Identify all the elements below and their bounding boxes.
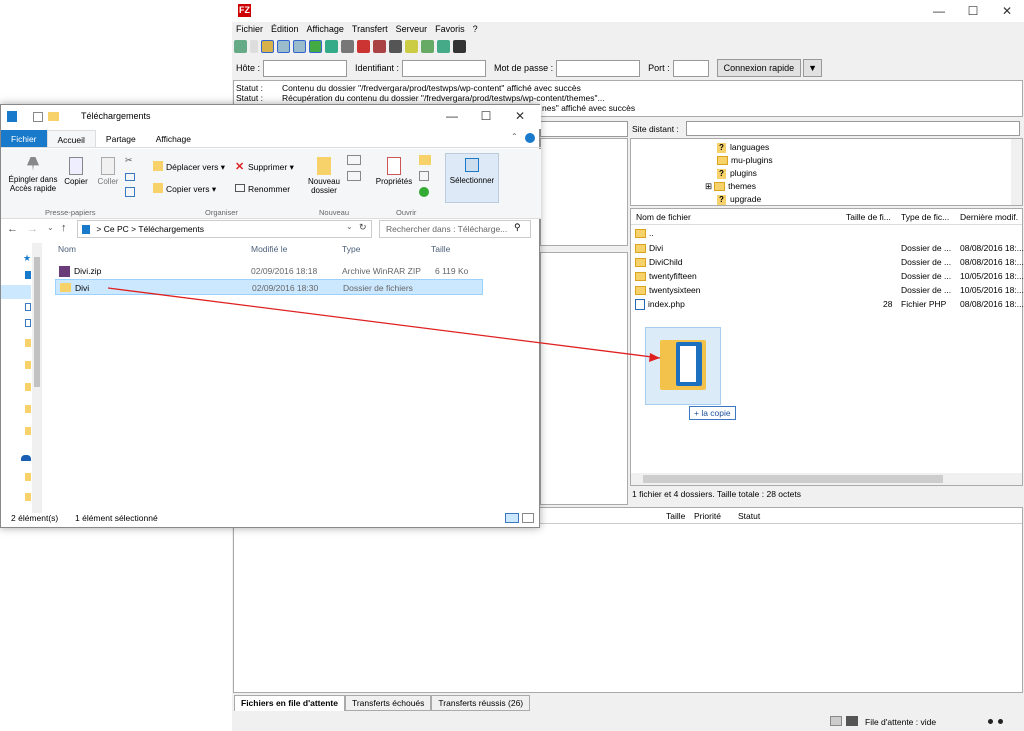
drag-arrow — [107, 287, 661, 362]
